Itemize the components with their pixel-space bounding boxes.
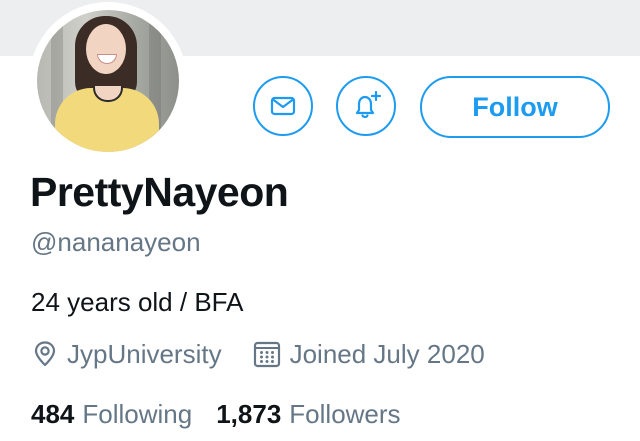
profile-meta: JypUniversity Joined July 2020 [31,338,485,370]
join-date: Joined July 2020 [252,339,485,370]
followers-link[interactable]: 1,873 Followers [216,399,400,430]
following-label: Following [82,399,193,429]
message-button[interactable] [253,76,313,136]
avatar[interactable] [29,2,187,160]
user-handle: @nananayeon [31,227,201,257]
following-count: 484 [31,399,75,429]
location-text: JypUniversity [67,338,222,369]
display-name: PrettyNayeon [30,169,289,215]
followers-count: 1,873 [216,399,282,429]
following-link[interactable]: 484 Following [31,399,192,430]
avatar-photo [37,10,179,152]
bell-plus-icon [355,90,382,119]
location-pin-icon [34,341,56,367]
mail-icon [270,96,296,116]
joined-text: Joined July 2020 [289,338,485,369]
bio-text: 24 years old / BFA [31,287,244,317]
follow-button[interactable]: Follow [420,76,610,138]
follow-stats: 484 Following 1,873 Followers [31,399,401,430]
location: JypUniversity [31,339,222,370]
calendar-icon [253,341,280,368]
followers-label: Followers [289,399,401,429]
notifications-button[interactable] [336,76,396,136]
